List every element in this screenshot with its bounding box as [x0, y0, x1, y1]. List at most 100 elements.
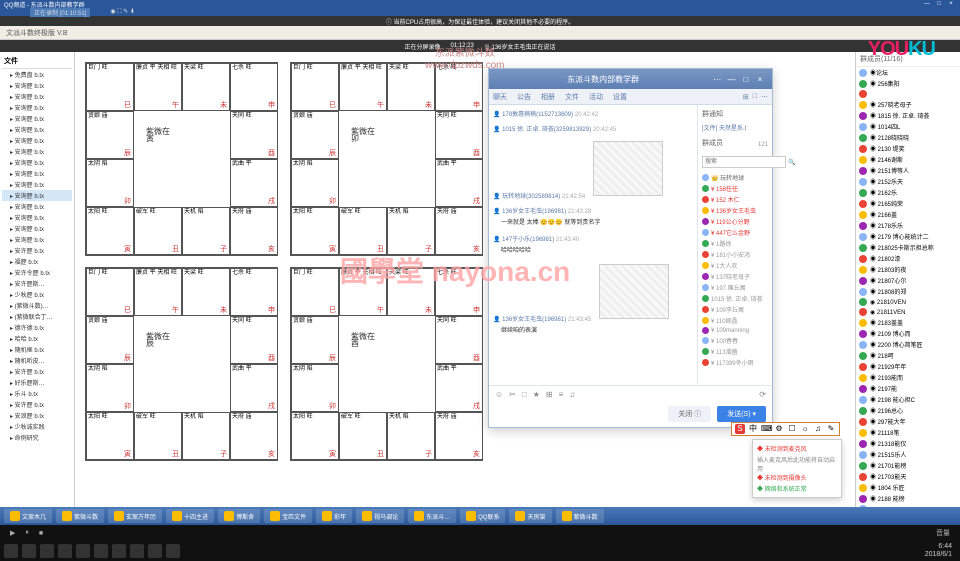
member-item[interactable]: ◉论坛	[856, 67, 960, 78]
member-item[interactable]: ◉ 21701能榜	[856, 460, 960, 471]
chart-cell[interactable]	[182, 111, 230, 159]
play-icon[interactable]: ▶	[10, 529, 15, 537]
member-item[interactable]: ◉ 21803的夜	[856, 264, 960, 275]
chart-cell[interactable]: 紫微在寅	[134, 111, 182, 159]
recording-controls[interactable]: ◉ ⛶ ✎ ⬇	[110, 8, 135, 16]
member-item[interactable]: ◉ 2151博等人	[856, 165, 960, 176]
music-icon[interactable]: ♫	[569, 390, 575, 399]
chart-cell[interactable]: 天机 陷子	[182, 412, 230, 460]
recording-tab[interactable]: 正在录制 [01:10:51]	[30, 8, 90, 17]
taskbar-item[interactable]: 博斯舍	[218, 509, 260, 523]
side-member[interactable]: ¥ 109manning	[702, 326, 768, 335]
member-item[interactable]	[856, 504, 960, 507]
member-item[interactable]: ◉ 2128晓晓晓	[856, 132, 960, 143]
tree-item[interactable]: ▸ 安询歷 b.tx	[2, 212, 72, 223]
member-item[interactable]: ◉ 21703能天	[856, 471, 960, 482]
chat-tab[interactable]: 活动	[589, 92, 603, 102]
chat-max-icon[interactable]: □	[740, 75, 752, 84]
chart-cell[interactable]: 天府 庙亥	[435, 207, 483, 255]
tree-item[interactable]: ▸ 免费盘 b.tx	[2, 69, 72, 80]
taskbar-item[interactable]: 十四主进	[166, 509, 214, 523]
member-item[interactable]: ◉ 1804 乐匠	[856, 482, 960, 493]
tree-item[interactable]: ▸ 随机框 b.tx	[2, 344, 72, 355]
member-item[interactable]: ◉ 218025卡斯示担总称	[856, 242, 960, 253]
chart-cell[interactable]	[387, 111, 435, 159]
tree-item[interactable]: ▸ 德许德 b.tx	[2, 322, 72, 333]
chart-cell[interactable]: 太阴 陷卯	[291, 159, 339, 207]
ime-kb-icon[interactable]: ⌨	[761, 424, 771, 434]
minimize-button[interactable]: —	[922, 1, 932, 7]
chart-cell[interactable]: 贪娘 庙辰	[86, 111, 134, 159]
side-member[interactable]: 1015 徐. 正卓. 琦荟	[702, 293, 768, 304]
chart-cell[interactable]: 太阳 旺寅	[86, 412, 134, 460]
tree-item[interactable]: ▸ 少秋诚实践	[2, 421, 72, 432]
task-icon[interactable]	[148, 544, 162, 558]
member-item[interactable]: ◉ 21515乐人	[856, 449, 960, 460]
tree-item[interactable]: ▸ 安询歷 b.tx	[2, 179, 72, 190]
chart-cell[interactable]: 武曲 平戌	[435, 159, 483, 207]
tree-item[interactable]: ▸ 安询歷 b.tx	[2, 91, 72, 102]
screenshot-icon[interactable]: ✂	[509, 390, 516, 399]
chart-cell[interactable]: 太阴 陷卯	[86, 159, 134, 207]
task-icon[interactable]	[76, 544, 90, 558]
tree-item[interactable]: ▸ 安询歷 b.tx	[2, 135, 72, 146]
system-clock[interactable]: 6:44 2018/6/1	[925, 543, 956, 559]
chart-cell[interactable]: 贪娘 庙辰	[86, 316, 134, 364]
side-member[interactable]: ¥ 1大人欢	[702, 260, 768, 271]
member-item[interactable]: ◉ 21318能仅	[856, 438, 960, 449]
taskbar-item[interactable]: 玄案万年历	[108, 509, 162, 523]
ime-music-icon[interactable]: ♫	[813, 424, 823, 434]
side-member[interactable]: ¥ 447它么金野	[702, 227, 768, 238]
chat-settings-icon[interactable]: ⋯	[711, 75, 723, 84]
member-item[interactable]: ◉ 2165纯荣	[856, 198, 960, 209]
member-item[interactable]: ◉ 2188 能榜	[856, 493, 960, 504]
task-icon[interactable]	[94, 544, 108, 558]
chart-cell[interactable]: 紫微在酉	[339, 316, 387, 364]
chart-cell[interactable]	[387, 159, 435, 207]
chart-cell[interactable]: 武曲 平戌	[435, 364, 483, 412]
side-member[interactable]: ¥ 117399冬小雨	[702, 357, 768, 368]
member-item[interactable]: ◉ 21810VEN	[856, 297, 960, 307]
chat-close-icon[interactable]: ×	[754, 75, 766, 84]
chart-cell[interactable]: 天同 旺酉	[435, 111, 483, 159]
chart-cell[interactable]: 太阴 陷卯	[86, 364, 134, 412]
task-icon[interactable]	[166, 544, 180, 558]
member-item[interactable]: ◉ 297能大年	[856, 416, 960, 427]
chart-cell[interactable]: 天同 旺酉	[230, 316, 278, 364]
tree-item[interactable]: ▸ 安许歷 b.tx	[2, 399, 72, 410]
side-member[interactable]: ¥ 100春春	[702, 335, 768, 346]
member-item[interactable]: ◉ 21807心尔	[856, 275, 960, 286]
task-icon[interactable]	[40, 544, 54, 558]
member-item[interactable]: ◉ 218呵	[856, 350, 960, 361]
member-item[interactable]: ◉ 2146谢斯	[856, 154, 960, 165]
chart-cell[interactable]: 破军 旺丑	[134, 207, 182, 255]
chart-cell[interactable]: 武曲 平戌	[230, 159, 278, 207]
chart-cell[interactable]	[182, 159, 230, 207]
chart-cell[interactable]: 贪娘 庙辰	[291, 316, 339, 364]
favorite-icon[interactable]: ★	[533, 390, 540, 399]
pause-icon[interactable]: ⏸	[25, 529, 29, 537]
chart-cell[interactable]: 紫微在辰	[134, 316, 182, 364]
chart-cell[interactable]: 天同 旺酉	[230, 111, 278, 159]
side-member[interactable]: ¥ 137晓老母子	[702, 271, 768, 282]
chat-tab[interactable]: 相册	[541, 92, 555, 102]
chat-min-icon[interactable]: —	[726, 75, 738, 84]
taskbar-item[interactable]: 东派斗…	[408, 509, 456, 523]
tree-item[interactable]: ▸ 命例研究	[2, 432, 72, 443]
chart-cell[interactable]: 巨门 旺巳	[86, 268, 134, 316]
member-item[interactable]: ◉ 2198 能心担C	[856, 394, 960, 405]
tree-item[interactable]: ▸ 哈哈 b.tx	[2, 333, 72, 344]
taskbar-item[interactable]: 宝匹文件	[264, 509, 312, 523]
chart-cell[interactable]: 廉贞 平 天相 旺午	[134, 268, 182, 316]
side-member[interactable]: ¥ 158任任	[702, 183, 768, 194]
tree-item[interactable]: ▸ 安询歷 b.tx	[2, 190, 72, 201]
chart-cell[interactable]	[387, 316, 435, 364]
chart-cell[interactable]: 廉贞 平 天相 旺午	[339, 268, 387, 316]
side-member[interactable]: ¥ 197.陳丘寓	[702, 282, 768, 293]
group-notice-item[interactable]: [文件] 天然星系.t	[702, 123, 768, 132]
chat-messages[interactable]: 👤 178敦惠楠楠(1152713609) 20:42:42👤 1015 徐. …	[489, 105, 697, 385]
member-item[interactable]: ◉ 2162乐	[856, 187, 960, 198]
chart-cell[interactable]: 破军 旺丑	[339, 412, 387, 460]
image-icon[interactable]: □	[522, 390, 527, 399]
tree-item[interactable]: ▸ 好乐歷斯…	[2, 377, 72, 388]
